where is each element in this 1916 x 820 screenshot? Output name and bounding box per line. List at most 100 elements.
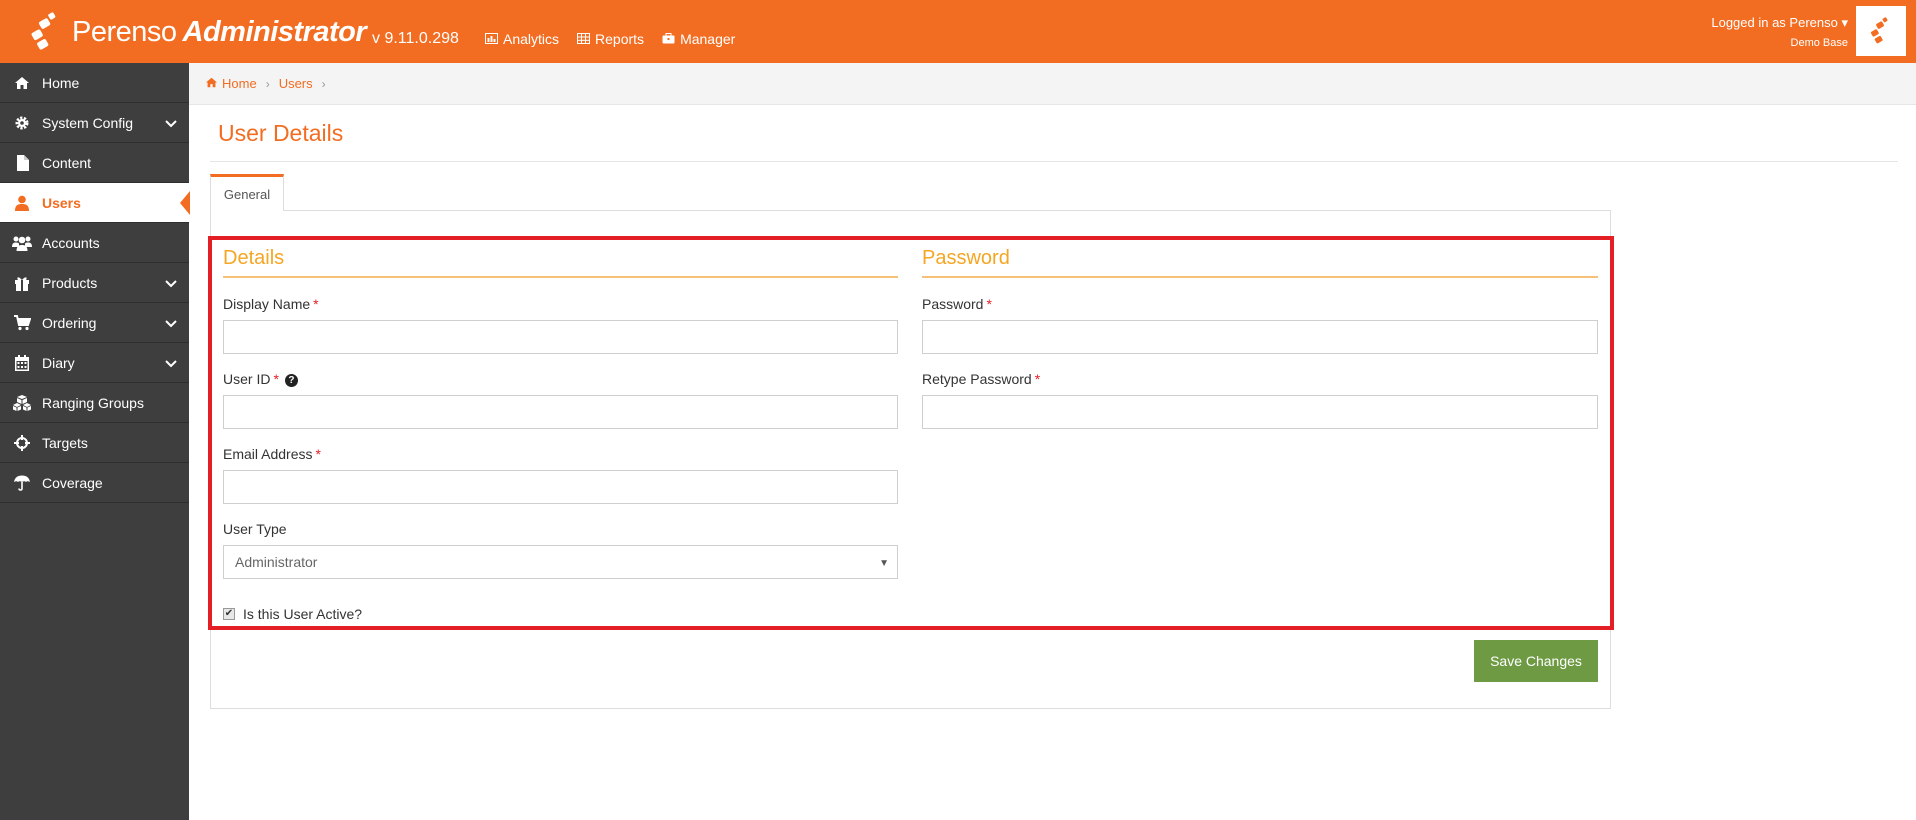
password-divider [922,276,1598,278]
email-label: Email Address * [223,446,321,462]
email-field[interactable] [223,470,898,504]
sidebar-item-diary[interactable]: Diary [0,343,189,383]
details-divider [223,276,898,278]
sidebar-item-label: Ordering [42,314,97,331]
password-field[interactable] [922,320,1598,354]
perenso-logo-icon [26,12,66,52]
logo-text: Perenso [72,15,177,48]
sidebar-item-label: Home [42,74,80,91]
user-icon [12,193,32,213]
user-id-field[interactable] [223,395,898,429]
required-mark: * [315,446,321,462]
user-active-checkbox[interactable]: ✔ [223,608,235,620]
sidebar-item-targets[interactable]: Targets [0,423,189,463]
password-heading: Password [922,247,1010,269]
breadcrumb-separator-icon: › [321,76,326,91]
calendar-icon [12,353,32,373]
breadcrumb-users[interactable]: Users [279,76,313,91]
sidebar-item-ranging-groups[interactable]: Ranging Groups [0,383,189,423]
password-label-text: Password [922,296,984,312]
user-id-label-text: User ID [223,371,271,387]
cubes-icon [12,393,32,413]
nav-manager[interactable]: Manager [662,31,735,47]
logged-in-label: Logged in as Perenso [1711,15,1838,30]
sidebar-item-label: System Config [42,114,134,131]
sidebar-item-system-config[interactable]: System Config [0,103,189,143]
breadcrumb-home-label: Home [222,76,257,91]
sidebar-item-label: Coverage [42,474,103,491]
users-icon [12,233,32,253]
sidebar: Home System Config Content Users Account… [0,63,190,820]
app-logo[interactable]: Perenso Administrator [26,10,367,54]
file-icon [12,153,32,173]
sidebar-item-label: Diary [42,354,75,371]
user-menu[interactable]: Logged in as Perenso ▾ Demo Base [1711,13,1848,53]
breadcrumb-separator-icon: › [265,76,270,91]
sidebar-item-content[interactable]: Content [0,143,189,183]
umbrella-icon [12,473,32,493]
home-icon [12,73,32,93]
sidebar-item-label: Ranging Groups [42,394,144,411]
table-icon [577,31,591,47]
required-mark: * [273,371,279,387]
sidebar-item-coverage[interactable]: Coverage [0,463,189,503]
form-panel [210,210,1611,709]
chevron-down-icon [165,355,177,371]
gift-icon [12,273,32,293]
user-type-label: User Type [223,521,287,537]
retype-password-field[interactable] [922,395,1598,429]
sidebar-item-ordering[interactable]: Ordering [0,303,189,343]
chevron-down-icon [165,315,177,331]
avatar[interactable] [1856,6,1906,56]
briefcase-icon [662,31,675,47]
sidebar-item-users[interactable]: Users [0,183,190,223]
home-icon [205,76,218,91]
required-mark: * [1034,371,1041,387]
display-name-field[interactable] [223,320,898,354]
password-label: Password * [922,296,992,312]
save-changes-button[interactable]: Save Changes [1474,640,1598,682]
breadcrumb-users-label: Users [278,76,313,91]
perenso-mini-logo-icon [1870,17,1888,44]
nav-analytics-label: Analytics [503,31,560,47]
sidebar-item-products[interactable]: Products [0,263,189,303]
sidebar-item-label: Products [42,274,98,291]
sidebar-item-label: Users [42,194,81,211]
required-mark: * [313,296,319,312]
sidebar-item-label: Targets [42,434,88,451]
sidebar-item-accounts[interactable]: Accounts [0,223,189,263]
crosshairs-icon [12,433,32,453]
sidebar-item-home[interactable]: Home [0,63,189,103]
nav-analytics[interactable]: Analytics [485,31,559,47]
display-name-label: Display Name * [223,296,319,312]
caret-down-icon: ▾ [1841,15,1848,30]
user-type-select[interactable]: Administrator ▼ [223,545,898,579]
breadcrumb: Home › Users › [189,63,1916,105]
details-heading: Details [223,247,285,269]
caret-down-icon: ▼ [879,558,889,569]
title-divider [210,161,1898,162]
nav-manager-label: Manager [680,31,736,47]
page-title: User Details [218,120,344,146]
question-circle-icon[interactable]: ? [284,374,298,387]
user-id-label: User ID *? [223,371,298,387]
chevron-down-icon [165,115,177,131]
sidebar-item-label: Accounts [42,234,100,251]
cart-icon [12,313,32,333]
version-label: v 9.11.0.298 [372,30,459,47]
check-icon: ✔ [224,608,234,619]
user-active-label: Is this User Active? [243,606,363,622]
chart-icon [485,31,498,47]
tab-general[interactable]: General [210,174,284,211]
breadcrumb-home[interactable]: Home [205,76,257,91]
gear-icon [12,113,32,133]
user-type-value: Administrator [235,554,318,570]
nav-reports[interactable]: Reports [577,31,644,47]
email-label-text: Email Address [223,446,313,462]
nav-reports-label: Reports [595,31,645,47]
required-mark: * [986,296,992,312]
logo-bold-text: Administrator [182,15,367,48]
sidebar-item-label: Content [42,154,92,171]
display-name-label-text: Display Name [223,296,311,312]
chevron-down-icon [165,275,177,291]
